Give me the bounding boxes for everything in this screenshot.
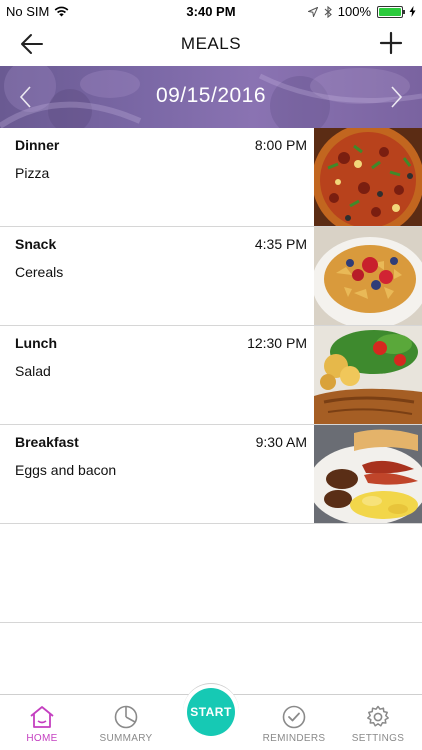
tab-settings[interactable]: SETTINGS	[336, 705, 420, 744]
meal-description: Eggs and bacon	[15, 462, 117, 478]
battery-percent: 100%	[337, 4, 371, 19]
meal-time: 9:30 AM	[255, 434, 307, 450]
meal-name: Lunch	[15, 335, 57, 351]
pizza-photo	[314, 128, 422, 226]
chevron-right-icon[interactable]	[384, 84, 408, 110]
tab-summary[interactable]: SUMMARY	[84, 705, 168, 744]
battery-level	[379, 7, 401, 16]
date-label[interactable]: 09/15/2016	[0, 84, 422, 108]
page-title: MEALS	[180, 34, 242, 53]
meal-time: 4:35 PM	[254, 236, 307, 252]
meal-row-lunch[interactable]: Lunch 12:30 PM Salad	[0, 326, 422, 425]
check-circle-icon	[282, 705, 306, 729]
home-icon	[30, 706, 54, 728]
meal-description: Salad	[15, 363, 51, 379]
breakfast-photo	[314, 425, 422, 523]
tab-bar: HOME SUMMARY START REMINDERS SETTINGS	[0, 683, 422, 750]
meal-description: Pizza	[15, 165, 50, 181]
meal-name: Snack	[15, 236, 57, 252]
meal-description: Cereals	[15, 264, 64, 280]
meal-row-snack[interactable]: Snack 4:35 PM Cereals	[0, 227, 422, 326]
gear-icon	[367, 705, 389, 727]
meal-row-breakfast[interactable]: Breakfast 9:30 AM Eggs and bacon	[0, 425, 422, 524]
tab-reminders[interactable]: REMINDERS	[252, 705, 336, 744]
pie-chart-icon	[114, 705, 138, 729]
status-right: 100%	[307, 4, 416, 19]
tab-home-label: HOME	[26, 733, 58, 744]
plus-icon[interactable]	[378, 30, 404, 56]
start-button-wrap: START	[183, 683, 239, 739]
charging-icon	[409, 6, 416, 17]
meal-time: 8:00 PM	[254, 137, 307, 153]
meal-name: Breakfast	[15, 434, 79, 450]
nav-bar: MEALS	[0, 24, 422, 66]
tab-reminders-label: REMINDERS	[262, 733, 326, 744]
meal-list: Dinner 8:00 PM Pizza Snack 4:35 PM Cerea…	[0, 128, 422, 623]
date-banner: 09/15/2016	[0, 66, 422, 128]
battery-icon	[377, 5, 405, 18]
empty-list-row	[0, 524, 422, 623]
meal-name: Dinner	[15, 137, 60, 153]
meal-time: 12:30 PM	[247, 335, 307, 351]
cereal-photo	[314, 227, 422, 325]
status-bar: No SIM 3:40 PM 100%	[0, 0, 422, 24]
bluetooth-icon	[324, 5, 332, 18]
tab-summary-label: SUMMARY	[99, 733, 153, 744]
start-button[interactable]: START	[187, 688, 235, 736]
tab-settings-label: SETTINGS	[351, 733, 405, 744]
salad-photo	[314, 326, 422, 424]
tab-home[interactable]: HOME	[0, 705, 84, 744]
location-arrow-icon	[307, 6, 318, 17]
meal-row-dinner[interactable]: Dinner 8:00 PM Pizza	[0, 128, 422, 227]
